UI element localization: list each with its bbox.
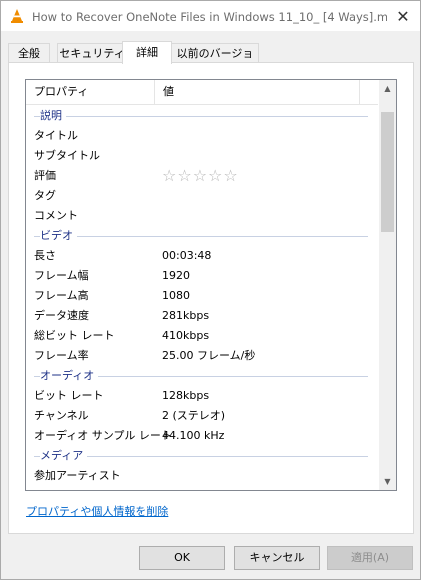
property-name: コメント (34, 209, 78, 222)
vertical-scrollbar[interactable]: ▲ ▼ (379, 80, 396, 490)
property-name: サブタイトル (34, 149, 100, 162)
group-header-audio: オーディオ (26, 366, 378, 386)
property-name: 長さ (34, 249, 56, 262)
group-divider (34, 236, 368, 237)
group-header-media: メディア (26, 446, 378, 466)
property-value: 1080 (162, 289, 190, 302)
list-item[interactable]: チャンネル 2 (ステレオ) (26, 406, 378, 426)
property-name: ビット レート (34, 389, 104, 402)
list-item[interactable]: コメント (26, 206, 378, 226)
rating-stars[interactable]: ☆☆☆☆☆ (162, 166, 239, 186)
property-name: フレーム幅 (34, 269, 89, 282)
property-value: 281kbps (162, 309, 210, 322)
list-item[interactable]: タグ (26, 186, 378, 206)
property-value: 2 (ステレオ) (162, 409, 226, 422)
window-title: How to Recover OneNote Files in Windows … (32, 10, 387, 24)
header-value[interactable]: 値 (155, 80, 363, 104)
property-rows: 説明 タイトル サブタイトル 評価 ☆☆☆☆☆ タグ コメント ビデオ 長さ 00:… (26, 106, 378, 486)
ok-button[interactable]: OK (139, 546, 225, 570)
property-name: チャンネル (34, 409, 89, 422)
properties-dialog: How to Recover OneNote Files in Windows … (0, 0, 421, 580)
property-name: 評価 (34, 169, 56, 182)
group-label: メディア (40, 446, 88, 466)
scrollbar-thumb[interactable] (381, 112, 394, 232)
group-divider (34, 116, 368, 117)
property-list[interactable]: プロパティ 値 説明 タイトル サブタイトル 評価 ☆☆☆☆☆ タグ コメント ビ… (25, 79, 397, 491)
tab-general[interactable]: 全般 (8, 43, 50, 63)
property-name: タグ (34, 189, 56, 202)
group-header-video: ビデオ (26, 226, 378, 246)
property-value: 1920 (162, 269, 190, 282)
list-item[interactable]: フレーム高 1080 (26, 286, 378, 306)
list-item[interactable]: 長さ 00:03:48 (26, 246, 378, 266)
property-value: 00:03:48 (162, 249, 212, 262)
property-name: 参加アーティスト (34, 469, 121, 482)
tab-previous-versions[interactable]: 以前のバージョン (171, 43, 259, 79)
list-item[interactable]: フレーム幅 1920 (26, 266, 378, 286)
property-value: 128kbps (162, 389, 210, 402)
list-item[interactable]: データ速度 281kbps (26, 306, 378, 326)
title-bar: How to Recover OneNote Files in Windows … (1, 1, 420, 31)
property-name: フレーム率 (34, 349, 89, 362)
remove-properties-link[interactable]: プロパティや個人情報を削除 (26, 503, 168, 519)
property-value: 410kbps (162, 329, 210, 342)
property-name: フレーム高 (34, 289, 89, 302)
list-item[interactable]: オーディオ サンプル レート 44.100 kHz (26, 426, 378, 446)
tab-details[interactable]: 詳細 (122, 41, 172, 64)
header-separator[interactable] (359, 80, 360, 104)
list-item[interactable]: 参加アーティスト (26, 466, 378, 486)
list-item[interactable]: タイトル (26, 126, 378, 146)
list-item[interactable]: フレーム率 25.00 フレーム/秒 (26, 346, 378, 366)
apply-button[interactable]: 適用(A) (327, 546, 413, 570)
scroll-down-arrow-icon[interactable]: ▼ (379, 473, 396, 490)
header-property[interactable]: プロパティ (26, 80, 162, 104)
scroll-up-arrow-icon[interactable]: ▲ (379, 80, 396, 97)
property-name: データ速度 (34, 309, 89, 322)
list-item[interactable]: サブタイトル (26, 146, 378, 166)
list-item[interactable]: ビット レート 128kbps (26, 386, 378, 406)
property-value: 25.00 フレーム/秒 (162, 349, 256, 362)
group-label: オーディオ (40, 366, 99, 386)
property-name: 総ビット レート (34, 329, 115, 342)
tab-security[interactable]: セキュリティ (57, 43, 127, 63)
property-name: タイトル (34, 129, 78, 142)
cancel-button[interactable]: キャンセル (234, 546, 320, 570)
list-item[interactable]: 総ビット レート 410kbps (26, 326, 378, 346)
group-header-description: 説明 (26, 106, 378, 126)
close-button[interactable]: ✕ (386, 1, 420, 31)
details-panel: プロパティ 値 説明 タイトル サブタイトル 評価 ☆☆☆☆☆ タグ コメント ビ… (8, 62, 414, 534)
vlc-cone-icon (11, 9, 23, 23)
list-item[interactable]: 評価 ☆☆☆☆☆ (26, 166, 378, 186)
property-value: 44.100 kHz (162, 429, 225, 442)
group-label: ビデオ (40, 226, 77, 246)
property-name: オーディオ サンプル レート (34, 429, 172, 442)
list-header: プロパティ 値 (26, 80, 378, 105)
group-label: 説明 (40, 106, 66, 126)
